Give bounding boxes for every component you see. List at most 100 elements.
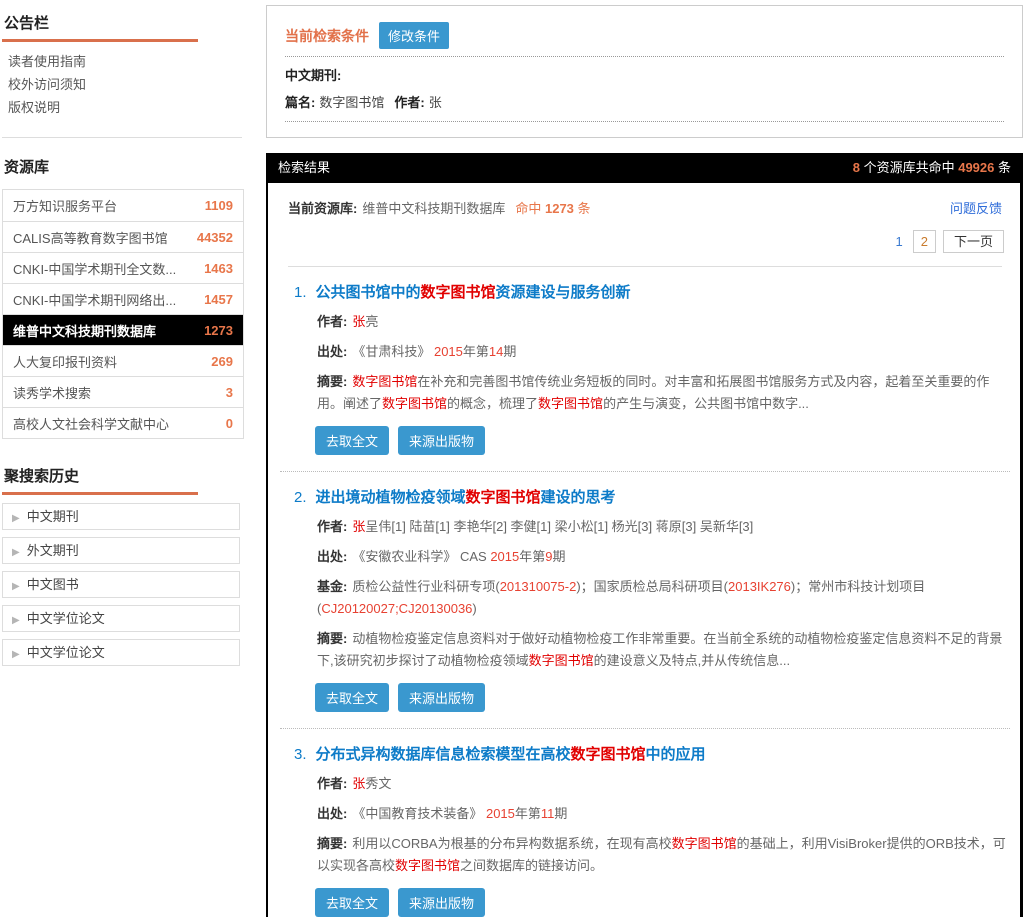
resource-hit-count: 0: [226, 416, 233, 431]
announcement-link[interactable]: 校外访问须知: [8, 73, 242, 96]
page-1-button[interactable]: 1: [891, 231, 908, 252]
main-content: 当前检索条件 修改条件 中文期刊: 篇名:数字图书馆作者:张 检索结果 8 个资…: [266, 5, 1023, 917]
history-item[interactable]: ▶中文期刊: [2, 503, 240, 530]
highlighted-text: 2015: [490, 549, 519, 564]
field-label: 作者:: [317, 776, 347, 791]
resource-item[interactable]: 人大复印报刊资料 269: [3, 345, 243, 376]
text-segment: 呈伟[1] 陆苗[1] 李艳华[2] 李健[1] 梁小松[1] 杨光[3] 蒋原…: [365, 519, 753, 534]
text-segment: ): [472, 601, 476, 616]
announcements-title: 公告栏: [2, 8, 198, 42]
total-hit-count: 49926: [958, 160, 994, 175]
get-fulltext-button[interactable]: 去取全文: [315, 426, 389, 455]
source-publication-button[interactable]: 来源出版物: [398, 683, 485, 712]
text-segment: 进出境动植物检疫领域: [316, 489, 466, 506]
feedback-link[interactable]: 问题反馈: [950, 198, 1002, 217]
chevron-right-icon: ▶: [12, 581, 20, 592]
current-source-label: 当前资源库:: [288, 201, 357, 216]
result-number: 1.: [294, 284, 307, 301]
resource-item[interactable]: 高校人文社会科学文献中心0: [3, 407, 243, 438]
field-label: 作者:: [317, 314, 347, 329]
sidebar-divider: [2, 137, 242, 138]
result-list: 1.公共图书馆中的数字图书馆资源建设与服务创新作者:张亮出处:《甘肃科技》 20…: [280, 267, 1010, 917]
highlighted-text: 11: [541, 806, 555, 821]
field-label: 作者:: [317, 519, 347, 534]
result-title-link[interactable]: 公共图书馆中的数字图书馆资源建设与服务创新: [316, 284, 631, 301]
resource-item[interactable]: CALIS高等教育数字图书馆44352: [3, 221, 243, 252]
chevron-right-icon: ▶: [12, 615, 20, 626]
page-2-button[interactable]: 2: [913, 230, 936, 253]
text-segment: 年第: [463, 344, 489, 359]
text-segment: 建设的思考: [541, 489, 616, 506]
search-conditions-panel: 当前检索条件 修改条件 中文期刊: 篇名:数字图书馆作者:张: [266, 5, 1023, 138]
history-item-label: 中文期刊: [27, 509, 79, 524]
text-segment: 利用以CORBA为根基的分布异构数据系统，在现有高校: [352, 836, 671, 851]
current-source-row: 当前资源库:维普中文科技期刊数据库命中 1273 条 问题反馈: [280, 183, 1010, 217]
modify-conditions-button[interactable]: 修改条件: [379, 22, 449, 49]
field-value: 数字图书馆: [319, 95, 384, 110]
text-segment: 《安徽农业科学》 CAS: [352, 549, 490, 564]
highlighted-text: 张: [352, 519, 365, 534]
conditions-title: 当前检索条件: [285, 26, 369, 46]
resource-item[interactable]: 读秀学术搜索3: [3, 376, 243, 407]
text-segment: 的概念，梳理了: [447, 396, 538, 411]
result-title-row: 2.进出境动植物检疫领域数字图书馆建设的思考: [294, 487, 1006, 508]
result-buttons: 去取全文来源出版物: [315, 888, 1006, 917]
history-item[interactable]: ▶中文图书: [2, 571, 240, 598]
field-label: 出处:: [317, 806, 347, 821]
resource-item[interactable]: 维普中文科技期刊数据库1273: [3, 314, 243, 345]
text-segment: 期: [554, 806, 567, 821]
resource-item[interactable]: CNKI-中国学术期刊全文数...1463: [3, 252, 243, 283]
result-field-row: 基金:质检公益性行业科研专项(201310075-2)；国家质检总局科研项目(2…: [294, 576, 1006, 620]
resource-hit-count: 269: [211, 354, 233, 369]
history-list: ▶中文期刊▶外文期刊▶中文图书▶中文学位论文▶中文学位论文: [2, 503, 248, 666]
text-segment: 秀文: [365, 776, 391, 791]
resource-label: 读秀学术搜索: [13, 383, 91, 402]
history-item[interactable]: ▶中文学位论文: [2, 639, 240, 666]
resource-hit-count: 1109: [205, 198, 233, 213]
page: 公告栏 读者使用指南校外访问须知版权说明 资源库 万方知识服务平台 1109 CAL…: [0, 0, 1028, 917]
resource-hit-count: 1463: [204, 261, 233, 276]
results-header: 检索结果 8 个资源库共命中 49926 条: [266, 153, 1023, 183]
highlighted-text: 2015: [486, 806, 515, 821]
resource-hit-count: 1457: [204, 292, 233, 307]
resource-label: 万方知识服务平台: [13, 196, 117, 215]
result-title-link[interactable]: 分布式异构数据库信息检索模型在高校数字图书馆中的应用: [316, 746, 706, 763]
announcement-link[interactable]: 读者使用指南: [8, 50, 242, 73]
results-title: 检索结果: [278, 153, 330, 183]
hit-summary-text: 个资源库共命中: [860, 160, 958, 175]
resource-label: 人大复印报刊资料: [13, 352, 117, 371]
highlighted-text: 张: [352, 314, 365, 329]
history-item[interactable]: ▶外文期刊: [2, 537, 240, 564]
highlighted-text: 201310075-2: [500, 579, 577, 594]
text-segment: 《中国教育技术装备》: [352, 806, 486, 821]
highlighted-text: CJ20120027;CJ20130036: [321, 601, 472, 616]
resource-item[interactable]: 万方知识服务平台 1109: [3, 190, 243, 221]
history-item-label: 外文期刊: [27, 543, 79, 558]
result-field-row: 摘要:利用以CORBA为根基的分布异构数据系统，在现有高校数字图书馆的基础上，利…: [294, 833, 1006, 877]
resource-hit-count: 44352: [197, 230, 233, 245]
hit-summary-suffix: 条: [994, 160, 1011, 175]
text-segment: 之间数据库的链接访问。: [460, 858, 603, 873]
get-fulltext-button[interactable]: 去取全文: [315, 683, 389, 712]
text-segment: 年第: [519, 549, 545, 564]
result-title-link[interactable]: 进出境动植物检疫领域数字图书馆建设的思考: [316, 489, 616, 506]
text-segment: 的产生与演变，公共图书馆中数字...: [603, 396, 809, 411]
resources-title: 资源库: [2, 152, 248, 183]
highlighted-text: 数字图书馆: [466, 489, 541, 506]
resource-hit-count: 1273: [204, 323, 233, 338]
result-item: 3.分布式异构数据库信息检索模型在高校数字图书馆中的应用作者:张秀文出处:《中国…: [280, 729, 1010, 917]
history-item[interactable]: ▶中文学位论文: [2, 605, 240, 632]
highlighted-text: 数字图书馆: [538, 396, 603, 411]
get-fulltext-button[interactable]: 去取全文: [315, 888, 389, 917]
resource-item[interactable]: CNKI-中国学术期刊网络出...1457: [3, 283, 243, 314]
source-publication-button[interactable]: 来源出版物: [398, 888, 485, 917]
text-segment: 公共图书馆中的: [316, 284, 421, 301]
source-publication-button[interactable]: 来源出版物: [398, 426, 485, 455]
chevron-right-icon: ▶: [12, 649, 20, 660]
results-body: 当前资源库:维普中文科技期刊数据库命中 1273 条 问题反馈 12 下一页 1.…: [266, 183, 1023, 917]
announcement-link[interactable]: 版权说明: [8, 96, 242, 119]
field-label: 作者:: [394, 95, 424, 110]
resource-list: 万方知识服务平台1109CALIS高等教育数字图书馆44352CNKI-中国学术…: [2, 189, 244, 439]
highlighted-text: 14: [489, 344, 503, 359]
next-page-button[interactable]: 下一页: [943, 230, 1004, 253]
